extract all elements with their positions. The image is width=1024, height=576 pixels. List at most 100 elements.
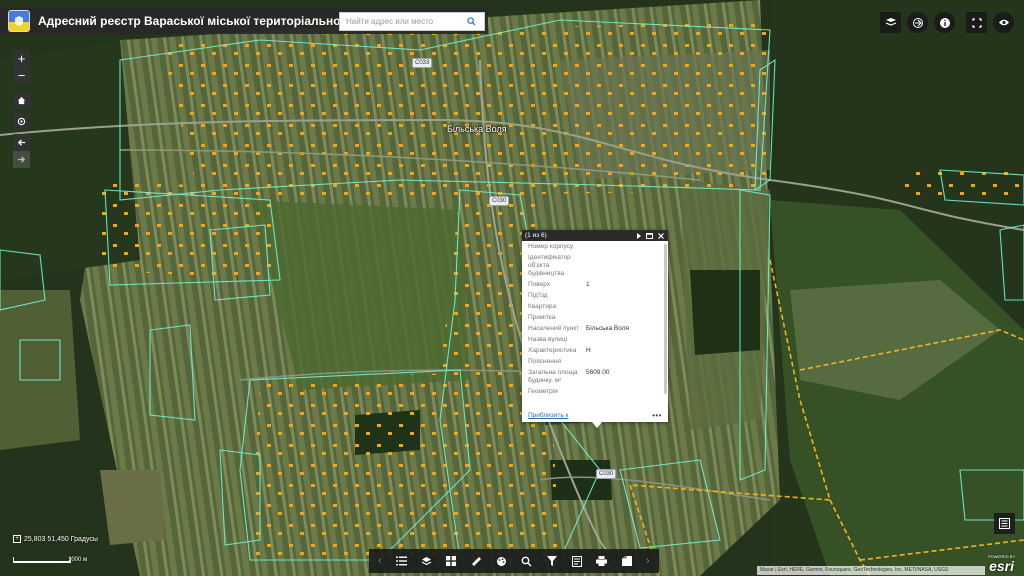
palette-icon bbox=[496, 556, 506, 566]
popup-counter: (1 из 6) bbox=[525, 232, 547, 239]
fullscreen-button[interactable] bbox=[966, 12, 987, 33]
ruler-icon bbox=[471, 556, 481, 566]
popup-field: Населений пункт Більська Воля bbox=[528, 325, 657, 333]
close-icon bbox=[657, 232, 664, 239]
locate-icon bbox=[17, 117, 26, 126]
home-button[interactable] bbox=[13, 92, 30, 109]
map-attribution[interactable]: Maxar | Esri, HERE, Garmin, Foursquare, … bbox=[757, 566, 985, 575]
popup-field-label: Характеристика bbox=[528, 347, 577, 354]
legend-icon bbox=[999, 518, 1010, 529]
toolbar-next-button[interactable]: › bbox=[643, 552, 653, 570]
coordinate-readout[interactable]: + 25,803 51,450 Градусы bbox=[13, 535, 98, 543]
fullscreen-icon bbox=[971, 17, 982, 28]
toolbar-layers-button[interactable] bbox=[417, 552, 435, 570]
zoom-in-button[interactable]: + bbox=[13, 50, 30, 67]
popup-field: Поверх 1 bbox=[528, 281, 657, 289]
popup-field: Назва вулиці bbox=[528, 336, 657, 344]
basemap-button[interactable] bbox=[880, 12, 901, 33]
popup-field: Номер корпусу bbox=[528, 243, 657, 251]
popup-field: Характеристика Н bbox=[528, 347, 657, 355]
app-header: Адресний реєстр Вараської міської терито… bbox=[0, 8, 488, 34]
grid-icon bbox=[446, 556, 457, 566]
popup-field-label: Пояснення bbox=[528, 358, 561, 365]
popup-field: Під'їзд bbox=[528, 292, 657, 300]
toolbar-prev-button[interactable]: ‹ bbox=[375, 552, 385, 570]
popup-field-label: Примітка bbox=[528, 314, 556, 321]
feature-popup: (1 из 6) Номер корпусу Ідентифікатор об'… bbox=[522, 230, 668, 422]
home-icon bbox=[17, 96, 26, 105]
popup-field-label: Ідентифікатор об'єкта будівництва bbox=[528, 254, 571, 277]
toolbar-basemap-gallery-button[interactable] bbox=[442, 552, 460, 570]
popup-close-button[interactable] bbox=[656, 231, 665, 240]
layers-icon bbox=[885, 18, 896, 26]
search-button[interactable] bbox=[460, 13, 482, 30]
esri-logo: esri bbox=[989, 558, 1015, 574]
share-button[interactable] bbox=[907, 12, 928, 33]
legend-button[interactable] bbox=[994, 513, 1015, 534]
popup-field-label: Номер корпусу bbox=[528, 243, 574, 250]
plus-icon: + bbox=[17, 51, 26, 66]
popup-header: (1 из 6) bbox=[522, 230, 668, 241]
arrow-left-icon bbox=[17, 139, 26, 146]
minus-icon: − bbox=[17, 68, 26, 83]
search-box[interactable] bbox=[339, 12, 485, 31]
toolbar-query-button[interactable] bbox=[517, 552, 535, 570]
popup-footer: Приблизить к ••• bbox=[522, 409, 668, 422]
scale-bar bbox=[13, 557, 71, 563]
popup-body[interactable]: Номер корпусу Ідентифікатор об'єкта буді… bbox=[522, 241, 663, 409]
popup-field: Ідентифікатор об'єкта будівництва bbox=[528, 254, 657, 278]
popup-next-button[interactable] bbox=[634, 231, 643, 240]
road-shield: C033 bbox=[412, 58, 433, 68]
toolbar-measure-button[interactable] bbox=[467, 552, 485, 570]
popup-field-label: Поверх bbox=[528, 281, 551, 288]
map-view[interactable]: Більська Воля C033 C030 C030 bbox=[0, 0, 1024, 576]
popup-scrollbar[interactable] bbox=[664, 244, 667, 394]
popup-pointer bbox=[592, 422, 602, 428]
info-button[interactable] bbox=[934, 12, 955, 33]
play-icon bbox=[636, 232, 641, 239]
maximize-icon bbox=[646, 232, 653, 239]
arrow-right-icon bbox=[17, 156, 26, 163]
search-input[interactable] bbox=[340, 13, 460, 30]
popup-field-value: Н bbox=[586, 347, 591, 354]
more-actions-button[interactable]: ••• bbox=[652, 411, 662, 420]
crosshair-icon: + bbox=[13, 535, 21, 543]
popup-field: Квартира bbox=[528, 303, 657, 311]
popup-maximize-button[interactable] bbox=[645, 231, 654, 240]
satellite-imagery bbox=[0, 0, 1024, 576]
popup-field-label: Геометрія bbox=[528, 388, 558, 395]
popup-field: Примітка bbox=[528, 314, 657, 322]
zoom-to-link[interactable]: Приблизить к bbox=[528, 412, 652, 419]
zoom-out-button[interactable]: − bbox=[13, 67, 30, 84]
popup-field: Пояснення bbox=[528, 358, 657, 366]
back-extent-button[interactable] bbox=[13, 134, 30, 151]
bookmark-icon bbox=[621, 556, 632, 566]
list-icon bbox=[395, 556, 407, 566]
search-icon bbox=[521, 556, 532, 566]
popup-field-label: Квартира bbox=[528, 303, 557, 310]
view-toggle-button[interactable] bbox=[993, 12, 1014, 33]
toolbar-edit-button[interactable] bbox=[568, 552, 586, 570]
toolbar-filter-button[interactable] bbox=[543, 552, 561, 570]
locate-button[interactable] bbox=[13, 113, 30, 130]
toolbar-analysis-button[interactable] bbox=[492, 552, 510, 570]
toolbar-layer-list-button[interactable] bbox=[392, 552, 410, 570]
toolbar-print-button[interactable] bbox=[593, 552, 611, 570]
popup-field-label: Загальна площа будинку, м² bbox=[528, 369, 578, 384]
popup-field-label: Під'їзд bbox=[528, 292, 548, 299]
esri-branding[interactable]: POWERED BY esri bbox=[988, 554, 1015, 573]
popup-field-value: Більська Воля bbox=[586, 325, 630, 332]
toolbar-bookmarks-button[interactable] bbox=[618, 552, 636, 570]
popup-field: Геометрія bbox=[528, 388, 657, 396]
road-shield: C030 bbox=[489, 196, 510, 206]
filter-icon bbox=[546, 556, 557, 566]
popup-field-label: Населений пункт bbox=[528, 325, 580, 332]
chevron-left-icon: ‹ bbox=[378, 555, 382, 567]
edit-icon bbox=[571, 555, 582, 567]
print-icon bbox=[596, 556, 608, 566]
scale-label: 1000 м bbox=[68, 557, 88, 563]
place-label: Більська Воля bbox=[447, 124, 507, 134]
forward-extent-button[interactable] bbox=[13, 151, 30, 168]
bottom-toolbar: ‹ › bbox=[369, 549, 659, 573]
chevron-right-icon: › bbox=[646, 555, 650, 567]
